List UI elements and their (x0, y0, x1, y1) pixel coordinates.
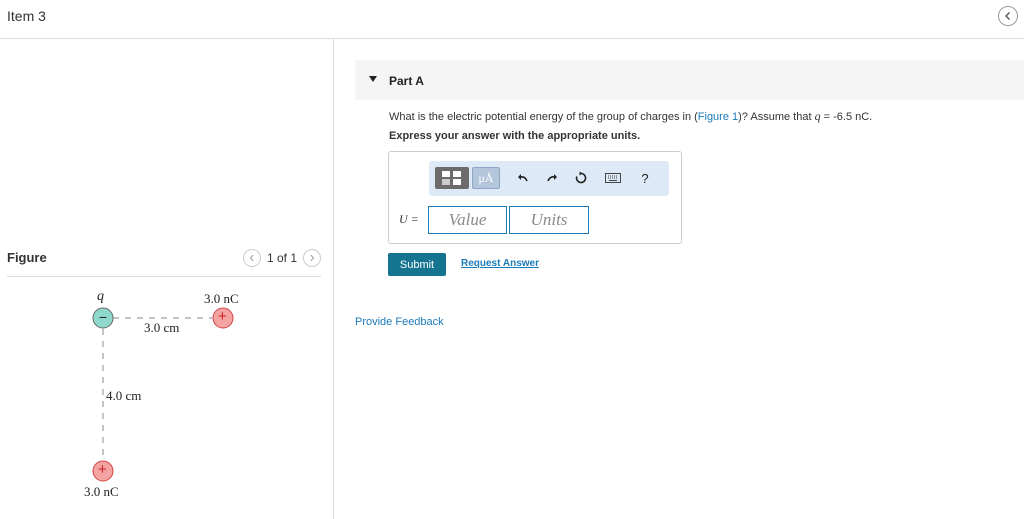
keyboard-button[interactable] (601, 167, 625, 189)
charge-diagram (92, 307, 234, 482)
question-prefix: What is the electric potential energy of… (389, 111, 698, 123)
back-button[interactable] (998, 6, 1018, 26)
bottom-charge-label: 3.0 nC (84, 484, 119, 499)
undo-icon (518, 174, 528, 182)
part-header[interactable]: Part A (355, 60, 1024, 100)
question-mid: )? Assume that (738, 111, 815, 123)
instruction-text: Express your answer with the appropriate… (389, 130, 641, 142)
provide-feedback-link[interactable]: Provide Feedback (355, 316, 444, 328)
value-input[interactable] (428, 206, 507, 234)
undo-button[interactable] (513, 167, 533, 189)
horizontal-distance-label: 3.0 cm (144, 320, 180, 335)
units-input[interactable] (509, 206, 589, 234)
q-value: = -6.5 nC. (820, 111, 873, 123)
answer-toolbar: μÅ ? (429, 161, 669, 196)
question-pane: Part A What is the electric potential en… (334, 39, 1024, 519)
top-bar: Item 3 (0, 0, 1024, 39)
templates-button[interactable] (435, 167, 469, 189)
caret-down-icon (369, 76, 377, 82)
request-answer-link[interactable]: Request Answer (461, 258, 539, 269)
reset-button[interactable] (571, 167, 591, 189)
negative-sign: − (99, 309, 108, 325)
chevron-left-icon (1005, 12, 1010, 20)
figure-pane: Figure 1 of 1 q − + + 3.0 nC 3.0 cm 4.0 … (0, 39, 334, 519)
vertical-distance-label: 4.0 cm (106, 388, 142, 403)
figure-link[interactable]: Figure 1 (698, 111, 738, 123)
units-icon: μÅ (478, 170, 494, 185)
question-text: What is the electric potential energy of… (389, 109, 872, 124)
top-right-charge-label: 3.0 nC (204, 291, 239, 306)
help-button[interactable]: ? (637, 167, 653, 189)
q-label: q (97, 289, 104, 304)
item-title: Item 3 (7, 8, 46, 24)
positive-sign-bottom: + (98, 461, 107, 478)
templates-icon (442, 171, 461, 185)
submit-button[interactable]: Submit (388, 253, 446, 276)
part-title: Part A (389, 74, 424, 88)
redo-icon (547, 174, 557, 182)
redo-button[interactable] (542, 167, 562, 189)
reset-icon (575, 171, 587, 184)
units-button[interactable]: μÅ (472, 167, 500, 189)
keyboard-icon (605, 173, 621, 183)
answer-box: μÅ ? U = (388, 151, 682, 244)
positive-sign-right: + (218, 308, 227, 325)
answer-label: U = (399, 212, 419, 226)
